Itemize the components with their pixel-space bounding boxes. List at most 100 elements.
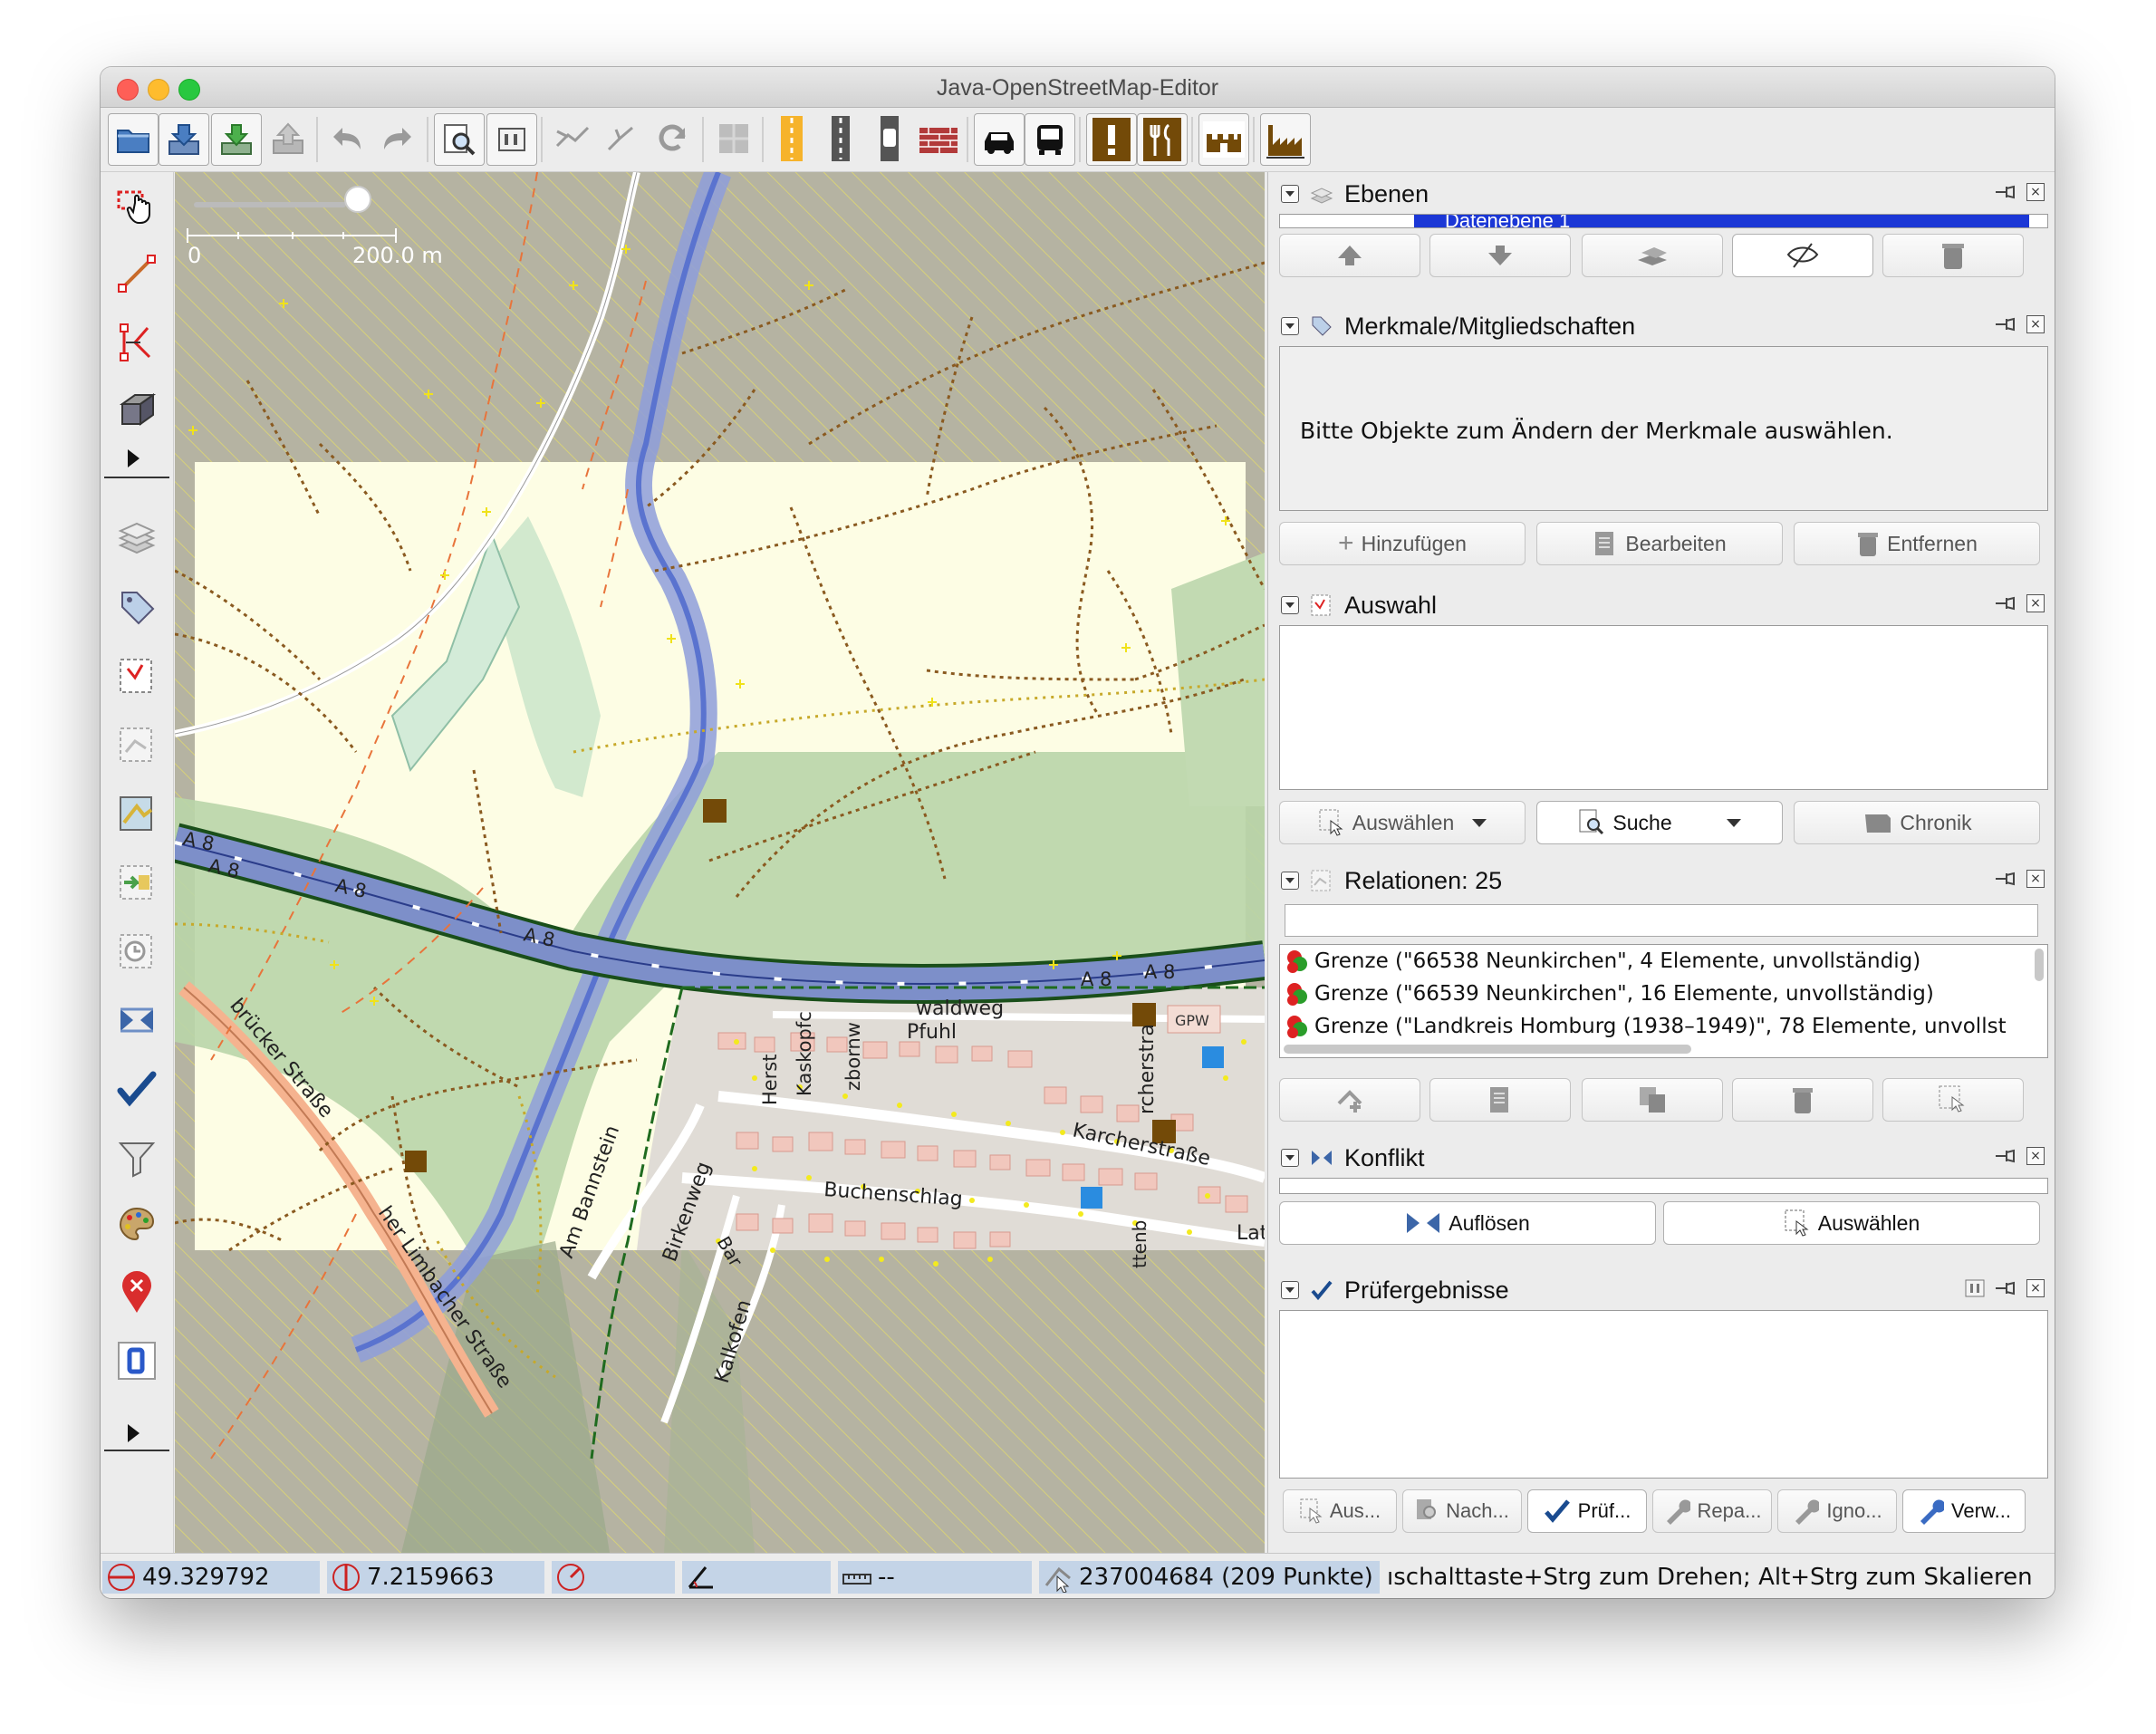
select-button[interactable]: Auswählen [1279,801,1526,844]
relation-list-hscrollbar[interactable] [1284,1045,1691,1054]
toggle-layers-dialog[interactable] [111,513,162,564]
undo-button[interactable] [323,113,372,164]
open-file-button[interactable] [108,113,159,166]
download-button[interactable] [159,113,209,166]
relation-filter-input[interactable] [1285,904,2038,937]
pin-icon[interactable] [1994,183,2017,201]
collapse-icon[interactable] [1281,185,1299,203]
merge-layer-button[interactable] [1582,234,1723,277]
preset-restaurant-button[interactable] [1137,113,1188,166]
validation-dialog-header[interactable]: Prüfergebnisse × [1275,1272,2048,1308]
remove-tag-button[interactable]: Entfernen [1794,522,2040,565]
expand-modes-icon[interactable] [128,449,140,467]
toggle-validator-dialog[interactable] [111,1064,162,1114]
toggle-filter-dialog[interactable] [111,1132,162,1183]
validation-ignore-button[interactable]: Igno... [1777,1489,1897,1533]
list-item[interactable]: Grenze ("66538 Neunkirchen", 4 Elemente,… [1280,945,2047,978]
close-icon[interactable]: × [2026,1147,2045,1165]
selection-dialog-header[interactable]: Auswahl × [1275,587,2048,623]
history-button[interactable]: Chronik [1794,801,2040,844]
add-tag-button[interactable]: + Hinzufügen [1279,522,1526,565]
preset-attention-button[interactable] [1086,113,1137,166]
collapse-icon[interactable] [1281,872,1299,890]
collapse-icon[interactable] [1281,1281,1299,1299]
upload-button[interactable] [264,113,313,164]
preset-wall-button[interactable] [914,113,963,164]
edit-relation-button[interactable] [1429,1078,1571,1122]
close-icon[interactable]: × [2026,594,2045,612]
preset-car-button[interactable] [974,113,1025,166]
tags-table[interactable]: Bitte Objekte zum Ändern der Merkmale au… [1279,346,2048,511]
toggle-map-style-dialog[interactable] [111,1199,162,1250]
split-way-button[interactable] [597,113,646,164]
select-relation-members-button[interactable] [1882,1078,2024,1122]
conflict-dialog-header[interactable]: Konflikt × [1275,1140,2048,1176]
tags-dialog-header[interactable]: Merkmale/Mitgliedschaften × [1275,308,2048,344]
selection-list[interactable] [1279,625,2048,790]
pin-icon[interactable] [1994,1147,2017,1165]
map-view[interactable]: A 8 A 8 A 8 A 8 A 8 A 8 waldweg Pfuhl GP… [175,172,1265,1553]
validation-manage-button[interactable]: Verw... [1902,1489,2026,1533]
validation-select-button[interactable]: Aus... [1283,1489,1397,1533]
imagery-button[interactable] [709,113,758,164]
dropdown-arrow-icon[interactable] [1472,818,1487,827]
close-icon[interactable]: × [2026,183,2045,201]
improve-way-button[interactable] [111,317,162,368]
layer-row-selected[interactable]: Datenebene 1 [1414,215,2029,227]
preferences-button[interactable] [486,113,537,166]
preset-residential-button[interactable] [767,113,816,164]
map-canvas[interactable]: A 8 A 8 A 8 A 8 A 8 A 8 waldweg Pfuhl GP… [175,172,1265,1553]
preset-industrial-button[interactable] [1260,113,1311,166]
toggle-layer-visibility-button[interactable] [1732,234,1873,277]
pin-icon[interactable] [1994,870,2017,888]
collapse-icon[interactable] [1281,596,1299,614]
preferences-icon[interactable] [1965,1279,1985,1297]
layers-dialog-header[interactable]: Ebenen × [1275,176,2048,212]
resolve-conflict-button[interactable]: Auflösen [1279,1201,1656,1245]
search-button[interactable]: Suche [1536,801,1783,844]
redo-button[interactable] [372,113,421,164]
conflict-list[interactable] [1279,1178,2048,1194]
toggle-map-paint-dialog[interactable] [111,788,162,839]
validation-lookup-button[interactable]: Nach... [1402,1489,1522,1533]
relation-list-scrollbar[interactable] [2035,949,2044,981]
validation-fix-button[interactable]: Repa... [1652,1489,1772,1533]
list-item[interactable]: Grenze ("66539 Neunkirchen", 16 Elemente… [1280,978,2047,1010]
expand-dialogs-icon[interactable] [128,1424,140,1442]
close-icon[interactable]: × [2026,1279,2045,1297]
select-conflict-button[interactable]: Auswählen [1663,1201,2040,1245]
move-layer-down-button[interactable] [1429,234,1571,277]
preset-castle-button[interactable] [1198,113,1249,166]
zoom-to-selection-button[interactable] [434,113,485,166]
toggle-imagery-dialog[interactable] [111,857,162,908]
toggle-relations-dialog[interactable] [111,719,162,770]
layer-list[interactable]: Datenebene 1 [1279,214,2048,228]
list-item[interactable]: Grenze ("Landkreis Homburg (1938–1949)",… [1280,1010,2047,1043]
add-relation-button[interactable] [1279,1078,1420,1122]
collapse-icon[interactable] [1281,1149,1299,1167]
toggle-tags-dialog[interactable] [111,582,162,632]
delete-layer-button[interactable] [1882,234,2024,277]
toggle-history-dialog[interactable] [111,926,162,977]
move-layer-up-button[interactable] [1279,234,1420,277]
close-icon[interactable]: × [2026,315,2045,333]
validation-check-button[interactable]: Prüf... [1527,1489,1647,1533]
toggle-notes-dialog[interactable] [111,1267,162,1317]
close-icon[interactable]: × [2026,870,2045,888]
download-data-button[interactable] [211,113,262,166]
delete-relation-button[interactable] [1732,1078,1873,1122]
pin-icon[interactable] [1994,315,2017,333]
toggle-selection-dialog[interactable] [111,650,162,701]
refresh-button[interactable] [648,113,697,164]
validation-tree[interactable] [1279,1310,2048,1479]
toggle-conflict-dialog[interactable] [111,995,162,1045]
toggle-minimap-dialog[interactable] [111,1335,162,1386]
pin-icon[interactable] [1994,594,2017,612]
edit-tag-button[interactable]: Bearbeiten [1536,522,1783,565]
preset-traffic-signals-button[interactable] [865,113,914,164]
draw-mode-button[interactable] [111,248,162,299]
pin-icon[interactable] [1994,1279,2017,1297]
select-mode-button[interactable] [111,181,162,232]
collapse-icon[interactable] [1281,317,1299,335]
preset-bus-button[interactable] [1025,113,1075,166]
